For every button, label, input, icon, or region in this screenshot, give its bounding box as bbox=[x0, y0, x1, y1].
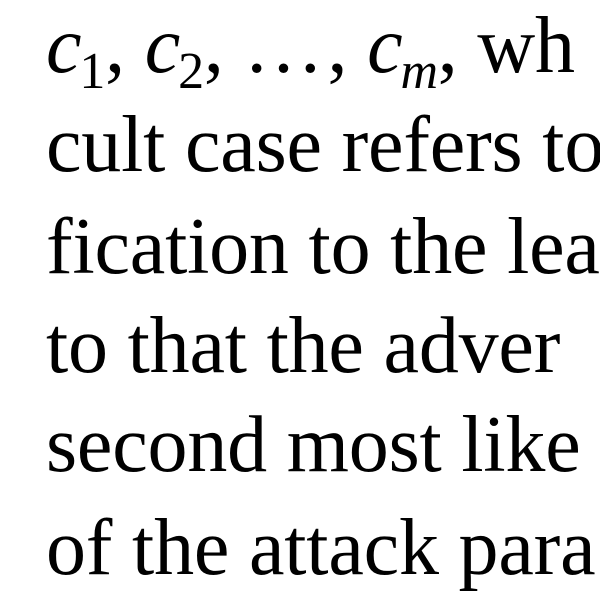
subscript-m: m bbox=[400, 43, 438, 100]
text-line-6: of the attack para bbox=[46, 504, 596, 592]
text-line-5: second most like bbox=[46, 401, 581, 489]
subscript-1: 1 bbox=[79, 43, 106, 100]
paper-crop: c1, c2, …, cm, wh cult case refers to fi… bbox=[0, 0, 600, 600]
text-line-2: cult case refers to bbox=[46, 101, 600, 189]
text-line-1: c1, c2, …, cm, wh bbox=[46, 6, 575, 98]
math-var-c: c bbox=[144, 2, 181, 90]
math-c1: c1 bbox=[46, 2, 105, 98]
math-var-c: c bbox=[367, 2, 403, 90]
ellipsis: … bbox=[243, 2, 328, 90]
line-1-tail: , wh bbox=[437, 2, 575, 90]
math-var-c: c bbox=[46, 2, 82, 90]
comma: , bbox=[327, 2, 348, 90]
text-line-4: to that the adver bbox=[46, 302, 561, 390]
math-cm: cm bbox=[367, 2, 438, 98]
text-line-3: fication to the lea bbox=[46, 203, 600, 291]
subscript-2: 2 bbox=[178, 43, 204, 100]
math-c2: c2 bbox=[144, 2, 204, 98]
comma: , bbox=[105, 2, 125, 90]
comma: , bbox=[203, 2, 224, 90]
